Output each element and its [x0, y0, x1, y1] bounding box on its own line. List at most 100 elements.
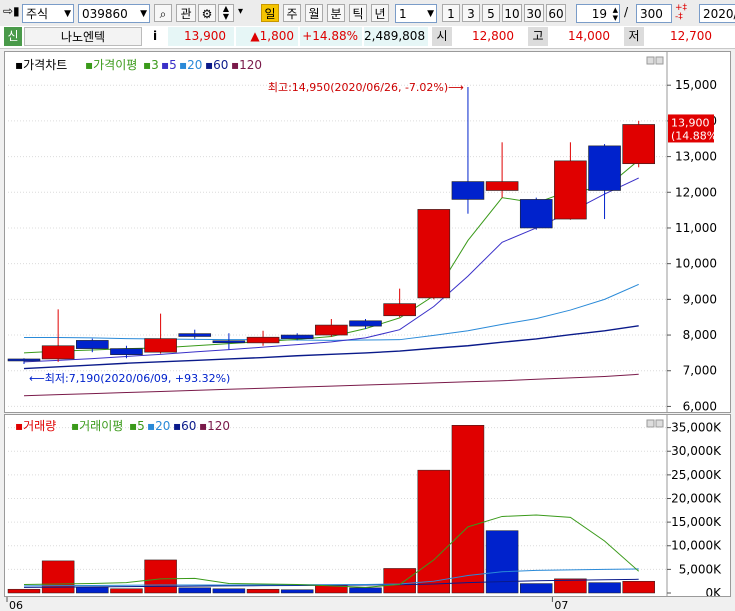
- y-tick-label: 11,000: [675, 221, 717, 235]
- credit-badge: 신: [4, 27, 22, 46]
- code-input[interactable]: 039860 ▼: [78, 4, 150, 23]
- stepper-button[interactable]: ▲ ▼: [218, 4, 234, 22]
- legend-item: ▪가격이평: [85, 58, 137, 72]
- volume-bar: [246, 588, 280, 594]
- minimize-icon: [646, 419, 655, 428]
- price-change: ▲1,800: [236, 27, 298, 46]
- y-tick-label: 15,000: [675, 78, 717, 92]
- price-tag-value: 13,900: [671, 116, 710, 129]
- volume-bar: [554, 578, 587, 594]
- candle-body: [76, 340, 109, 349]
- candle-body: [554, 160, 587, 220]
- y-tick-label: 10,000: [675, 257, 717, 271]
- date-input[interactable]: 2020/: [699, 4, 735, 23]
- volume-legend-item: ▪120: [199, 419, 230, 433]
- price-chart[interactable]: 6,000 7,000 8,000 9,000 10,000 11,000 12,000 13…: [5, 52, 730, 412]
- x-axis-labels: 06 07: [6, 597, 568, 611]
- tab-day[interactable]: 일: [261, 4, 279, 22]
- interval-1-button[interactable]: 1: [442, 4, 460, 22]
- legend-item: ▪3: [143, 58, 159, 72]
- volume-bar: [451, 425, 485, 594]
- volume-bar: [349, 587, 382, 594]
- total-value: 300: [640, 7, 663, 21]
- code-value: 039860: [82, 7, 128, 21]
- search-button[interactable]: ⌕: [154, 4, 172, 22]
- candle-body: [7, 358, 41, 362]
- volume-title: ▪거래량: [15, 419, 56, 433]
- legend-item: ▪120: [231, 58, 262, 72]
- count-separator: /: [624, 5, 629, 19]
- plot-area: [8, 55, 667, 410]
- y-tick-label: 25,000K: [671, 468, 722, 482]
- interval-3-button[interactable]: 3: [462, 4, 480, 22]
- chevron-down-icon: ▼: [140, 9, 147, 19]
- volume-bar: [520, 583, 553, 594]
- volume-bar: [110, 588, 143, 594]
- low-label: 저: [624, 27, 644, 46]
- volume-bar: [383, 568, 416, 594]
- interval-5-button[interactable]: 5: [482, 4, 500, 22]
- legend-item: ▪60: [205, 58, 228, 72]
- price-chart-panel: 6,000 7,000 8,000 9,000 10,000 11,000 12,000 13…: [4, 51, 731, 413]
- search-icon: ⌕: [159, 7, 167, 21]
- candle-body: [349, 320, 382, 327]
- market-value: 주식: [26, 7, 49, 21]
- y-tick-label: 5,000K: [679, 562, 722, 576]
- candle-body: [519, 199, 553, 229]
- quote-bar: 신 나노엔텍 i 13,900 ▲1,800 +14.88% 2,489,808…: [0, 26, 735, 49]
- spin-icon[interactable]: ▲ ▼: [613, 6, 618, 22]
- legend-item: ▪20: [179, 58, 202, 72]
- interval-60-button[interactable]: 60: [546, 4, 566, 22]
- y-tick-label: 35,000K: [671, 421, 722, 435]
- candle-body: [451, 181, 485, 200]
- chevron-down-icon: ▾: [238, 6, 244, 17]
- price-tag-percent: (14.88%): [671, 129, 722, 142]
- volume-plot-area: [8, 418, 667, 593]
- gwan-button[interactable]: 관: [176, 4, 196, 22]
- trade-volume: 2,489,808: [364, 27, 428, 46]
- candle-body: [315, 324, 348, 336]
- interval-value: 1: [399, 7, 407, 21]
- y-tick-label: 6,000: [683, 399, 717, 412]
- volume-bar: [485, 530, 519, 594]
- tab-year[interactable]: 년: [371, 4, 389, 22]
- date-value: 2020/: [703, 7, 735, 21]
- volume-legend-item: ▪거래이평: [71, 419, 123, 433]
- tab-minute[interactable]: 분: [327, 4, 345, 22]
- volume-chart-panel: 0K 5,000K 10,000K 15,000K 20,000K 25,000K 30,0…: [4, 414, 731, 597]
- candle-body: [280, 334, 314, 339]
- legend-item: ▪5: [161, 58, 177, 72]
- volume-chart[interactable]: 0K 5,000K 10,000K 15,000K 20,000K 25,000K 30,0…: [5, 415, 730, 596]
- total-input[interactable]: 300: [636, 4, 672, 23]
- tab-month[interactable]: 월: [305, 4, 323, 22]
- candle-body: [417, 209, 451, 299]
- y-tick-label: 7,000: [683, 364, 717, 378]
- interval-10-button[interactable]: 10: [502, 4, 522, 22]
- volume-bar: [144, 559, 177, 594]
- candle-body: [41, 345, 75, 360]
- y-tick-label: 13,000: [675, 150, 717, 164]
- high-annotation: 최고:14,950(2020/06/26, -7.02%)⟶: [268, 81, 464, 94]
- interval-select[interactable]: 1 ▼: [395, 4, 437, 23]
- volume-bar: [7, 588, 41, 594]
- high-label: 고: [528, 27, 548, 46]
- volume-bar: [588, 582, 621, 594]
- tab-week[interactable]: 주: [283, 4, 301, 22]
- x-axis: 06 07: [0, 597, 735, 611]
- interval-30-button[interactable]: 30: [524, 4, 544, 22]
- volume-bar: [212, 588, 246, 594]
- count-input[interactable]: 19 ▲ ▼: [576, 4, 620, 23]
- y-tick-label: 10,000K: [671, 539, 722, 553]
- volume-bar: [417, 469, 451, 594]
- y-tick-label: 9,000: [683, 292, 717, 306]
- tab-tick[interactable]: 틱: [349, 4, 367, 22]
- candle-body: [485, 181, 519, 191]
- chevron-down-icon: ▼: [64, 9, 71, 19]
- plus-minus-icon[interactable]: +‡ -‡: [675, 4, 687, 22]
- info-button[interactable]: i: [148, 27, 162, 46]
- market-select[interactable]: 주식 ▼: [22, 4, 74, 23]
- candle-body: [246, 336, 280, 344]
- settings-button[interactable]: ⚙: [198, 4, 216, 22]
- open-label: 시: [432, 27, 452, 46]
- toolbar-arrow-icon[interactable]: ⇨▮: [3, 4, 20, 18]
